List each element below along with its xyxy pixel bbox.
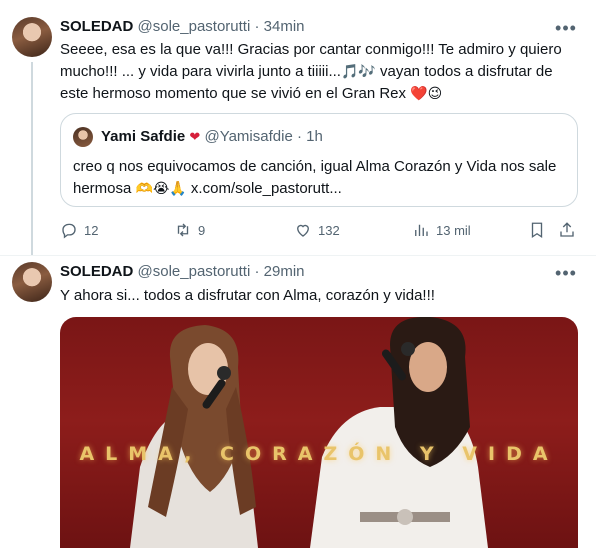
quote-text: creo q nos equivocamos de canción, igual… (73, 156, 569, 200)
quote-avatar (73, 127, 93, 147)
separator-dot: · (296, 128, 302, 145)
author-name[interactable]: SOLEDAD (60, 18, 133, 35)
reply-icon (62, 223, 76, 239)
quote-link[interactable]: x.com/sole_pastorutt... (187, 180, 342, 197)
tweet-text: Seeee, esa es la que va!!! Gracias por c… (60, 39, 580, 105)
like-count: 132 (318, 222, 340, 238)
views-count: 13 mil (436, 222, 471, 238)
performers-illustration (130, 317, 488, 548)
retweet-button[interactable]: 9 (174, 219, 205, 241)
reply-count: 12 (84, 222, 99, 238)
thread-line (31, 62, 33, 255)
heart-badge-icon: ❤ (189, 129, 201, 144)
avatar[interactable] (12, 17, 52, 57)
tweet-header: SOLEDAD @sole_pastorutti · 29min (60, 262, 305, 282)
bookmark-icon (531, 222, 543, 239)
views-button[interactable]: 13 mil (412, 219, 471, 241)
views-icon (415, 224, 428, 236)
more-icon[interactable]: ••• (554, 18, 578, 38)
tweet-header: SOLEDAD @sole_pastorutti · 34min (60, 17, 305, 37)
author-handle[interactable]: @sole_pastorutti (138, 18, 251, 35)
bookmark-button[interactable] (528, 219, 552, 241)
tweet-time[interactable]: 34min (264, 18, 305, 35)
separator-dot: · (254, 263, 260, 280)
more-icon[interactable]: ••• (554, 263, 578, 283)
quote-author-handle: @Yamisafdie (204, 128, 293, 145)
quote-emojis: 🫶😭🙏 (135, 181, 187, 197)
share-button[interactable] (558, 219, 582, 241)
music-notes-emoji: 🎵🎶 (340, 64, 376, 80)
tweet-time[interactable]: 29min (264, 263, 305, 280)
quoted-tweet[interactable]: Yami Safdie ❤ @Yamisafdie · 1h creo q no… (60, 113, 578, 207)
quote-author-name: Yami Safdie (101, 128, 186, 145)
share-icon (560, 222, 574, 237)
quote-header: Yami Safdie ❤ @Yamisafdie · 1h (101, 127, 323, 147)
heart-wink-emoji: ❤️😉 (410, 86, 443, 102)
like-icon (297, 224, 309, 237)
avatar[interactable] (12, 262, 52, 302)
tweet-text: Y ahora si... todos a disfrutar con Alma… (60, 287, 435, 304)
author-handle[interactable]: @sole_pastorutti (138, 263, 251, 280)
tweet-1[interactable]: SOLEDAD @sole_pastorutti · 34min ••• See… (0, 0, 596, 255)
retweet-count: 9 (198, 222, 206, 238)
tweet-media-image[interactable]: ALMA, CORAZÓN Y VIDA (60, 317, 578, 548)
separator-dot: · (254, 18, 260, 35)
author-name[interactable]: SOLEDAD (60, 263, 133, 280)
retweet-icon (177, 223, 189, 237)
quote-time: 1h (306, 128, 323, 145)
reply-button[interactable]: 12 (60, 219, 98, 241)
action-bar: 12 9 132 13 mil (60, 219, 580, 241)
media-caption: ALMA, CORAZÓN Y VIDA (79, 443, 559, 465)
like-button[interactable]: 132 (294, 219, 340, 241)
